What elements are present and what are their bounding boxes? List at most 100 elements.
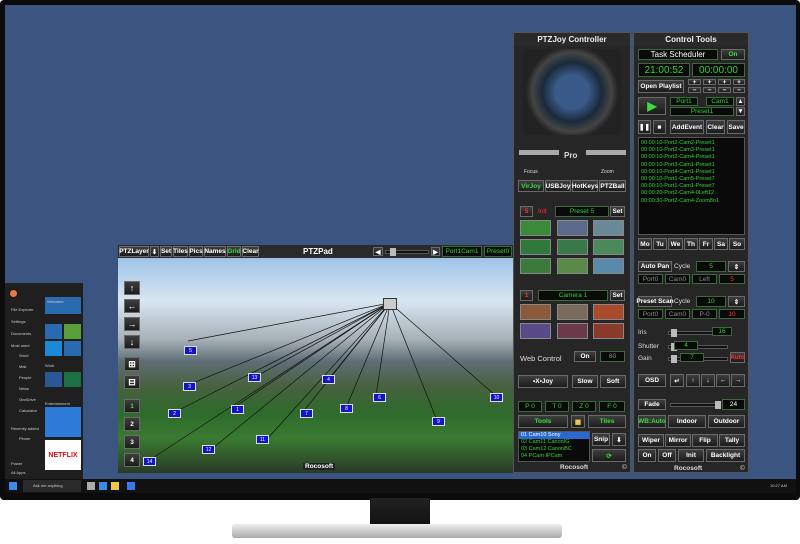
start-item[interactable]: Documents	[11, 331, 31, 336]
day-so-button[interactable]: So	[729, 238, 745, 250]
auto-pan-cam[interactable]: Cam0	[665, 274, 690, 284]
layer-download-icon[interactable]: ⬇	[150, 246, 159, 257]
pause-icon[interactable]: ❚❚	[638, 120, 651, 134]
event-log-item[interactable]: 00:00:10-Port3-Cam1-Preset1	[641, 162, 742, 169]
preset-scan-cam[interactable]: Cam0	[665, 309, 690, 319]
snip-button[interactable]: Snip	[592, 433, 610, 446]
taskbar-app-icon[interactable]	[111, 482, 119, 490]
arrow-up-icon[interactable]: ↑	[686, 374, 700, 387]
preset-marker[interactable]: 11	[256, 435, 269, 444]
preset-thumb[interactable]	[557, 220, 588, 236]
camera-list-item[interactable]: 03 Cam12 CanonBC	[519, 446, 589, 453]
auto-pan-dir[interactable]: Left	[692, 274, 717, 284]
event-log-item[interactable]: 00:00:10-Port2-Cam3-Preset1	[641, 147, 742, 154]
wb-outdoor-button[interactable]: Outdoor	[708, 415, 745, 428]
preset-thumb[interactable]	[593, 220, 624, 236]
pad-preset[interactable]: Preset0	[484, 246, 512, 257]
layer-2-button[interactable]: 2	[124, 417, 140, 431]
taskbar-app-icon[interactable]	[87, 482, 95, 490]
preset-marker[interactable]: 7	[300, 409, 313, 418]
preset-scan-preset[interactable]: P-0	[692, 309, 717, 319]
pad-set-button[interactable]: Set	[160, 246, 172, 257]
wb-auto-button[interactable]: WB:Auto	[638, 415, 666, 428]
arrow-left-icon[interactable]: ←	[716, 374, 730, 387]
excel-tile[interactable]	[64, 372, 81, 387]
preset-thumb[interactable]	[557, 258, 588, 274]
auto-pan-cycle-input[interactable]: 5	[696, 261, 726, 272]
arrow-down-icon[interactable]: ↓	[701, 374, 715, 387]
clear-button[interactable]: Clear	[706, 120, 725, 134]
web-control-on-button[interactable]: On	[574, 351, 596, 362]
zoom-slider[interactable]	[586, 150, 626, 155]
camera-number[interactable]: 1	[520, 290, 533, 301]
preset-scan-cycle-input[interactable]: 10	[696, 296, 726, 307]
camera-thumb[interactable]	[520, 323, 551, 339]
auto-pan-speed[interactable]: 5	[719, 274, 745, 284]
start-item[interactable]: Settings	[11, 319, 25, 324]
preset-scan-speed[interactable]: 10	[719, 309, 745, 319]
preset-marker[interactable]: 3	[183, 382, 196, 391]
people-tile[interactable]	[45, 324, 62, 339]
init-button[interactable]: Init	[678, 449, 704, 462]
preset-scan-button[interactable]: Preset Scan	[636, 296, 674, 307]
fade-slider[interactable]	[670, 401, 721, 409]
camera-thumb[interactable]	[593, 304, 624, 320]
osd-button[interactable]: OSD	[638, 374, 666, 387]
day-th-button[interactable]: Th	[684, 238, 698, 250]
camera-thumb[interactable]	[557, 304, 588, 320]
preset-thumb[interactable]	[520, 258, 551, 274]
pad-port-cam[interactable]: Port1Cam1	[442, 246, 482, 257]
camera-list-item[interactable]: 04 PCam IPCam	[519, 453, 589, 460]
download-icon[interactable]: ⬇	[612, 433, 626, 446]
start-item[interactable]: Pinner	[19, 436, 31, 441]
music-tile[interactable]	[45, 407, 81, 437]
time-up-icon[interactable]: +	[703, 79, 716, 86]
zoom-plus-icon[interactable]: ⊞	[124, 357, 140, 371]
soft-button[interactable]: Soft	[600, 375, 626, 388]
cam-select[interactable]: Cam1	[706, 97, 734, 106]
arrow-right-icon[interactable]: →	[731, 374, 745, 387]
joystick[interactable]	[522, 49, 622, 135]
zoom-minus-icon[interactable]: ⊟	[124, 375, 140, 389]
pad-names-button[interactable]: Names	[204, 246, 226, 257]
start-item[interactable]: File Explorer	[11, 307, 33, 312]
layer-3-button[interactable]: 3	[124, 435, 140, 449]
stadium-view[interactable]	[118, 258, 513, 473]
netflix-tile[interactable]: NETFLIX	[45, 440, 81, 470]
ptzlayer-button[interactable]: PTZLayer	[119, 246, 149, 257]
time-up-icon[interactable]: +	[718, 79, 731, 86]
web-port-input[interactable]: 80	[600, 351, 625, 362]
tally-button[interactable]: Tally	[719, 434, 745, 447]
stop-icon[interactable]: ■	[653, 120, 666, 134]
preset-marker[interactable]: 5	[184, 346, 197, 355]
preset-marker[interactable]: 2	[168, 409, 181, 418]
mode-ptzball-button[interactable]: PTZBall	[599, 180, 626, 192]
tripadvisor-tile[interactable]	[64, 324, 81, 339]
nav-down-icon[interactable]: ↓	[124, 335, 140, 349]
auto-pan-button[interactable]: Auto Pan	[638, 261, 672, 272]
time-down-icon[interactable]: −	[703, 87, 716, 94]
preset-marker[interactable]: 10	[490, 393, 503, 402]
mode-virjoy-button[interactable]: VirJoy	[518, 180, 544, 192]
time-up-icon[interactable]: +	[733, 79, 745, 86]
day-fr-button[interactable]: Fr	[699, 238, 713, 250]
start-item[interactable]: People	[19, 375, 31, 380]
start-item[interactable]: Calculator	[19, 408, 37, 413]
flip-button[interactable]: Flip	[692, 434, 718, 447]
power-off-button[interactable]: Off	[658, 449, 676, 462]
start-item[interactable]: Power	[11, 461, 22, 466]
preset-marker[interactable]: 14	[143, 457, 156, 466]
grid-icon[interactable]: ▦	[571, 415, 585, 428]
wb-indoor-button[interactable]: Indoor	[668, 415, 706, 428]
event-log-item[interactable]: 00:00:10-Port2-Cam2-Preset1	[641, 140, 742, 147]
enter-icon[interactable]: ↵	[670, 374, 684, 387]
event-log-item[interactable]: 00:00:10-Port1-Cam1-Preset7	[641, 183, 742, 190]
preset-thumb[interactable]	[593, 239, 624, 255]
nav-up-icon[interactable]: ↑	[124, 281, 140, 295]
search-box[interactable]: Ask me anything	[23, 480, 81, 492]
focus-slider[interactable]	[519, 150, 559, 155]
auto-pan-port[interactable]: Port0	[638, 274, 663, 284]
mode-hotkeys-button[interactable]: HotKeys	[572, 180, 598, 192]
add-event-button[interactable]: AddEvent	[670, 120, 704, 134]
tiles-button[interactable]: Tiles	[588, 415, 626, 428]
